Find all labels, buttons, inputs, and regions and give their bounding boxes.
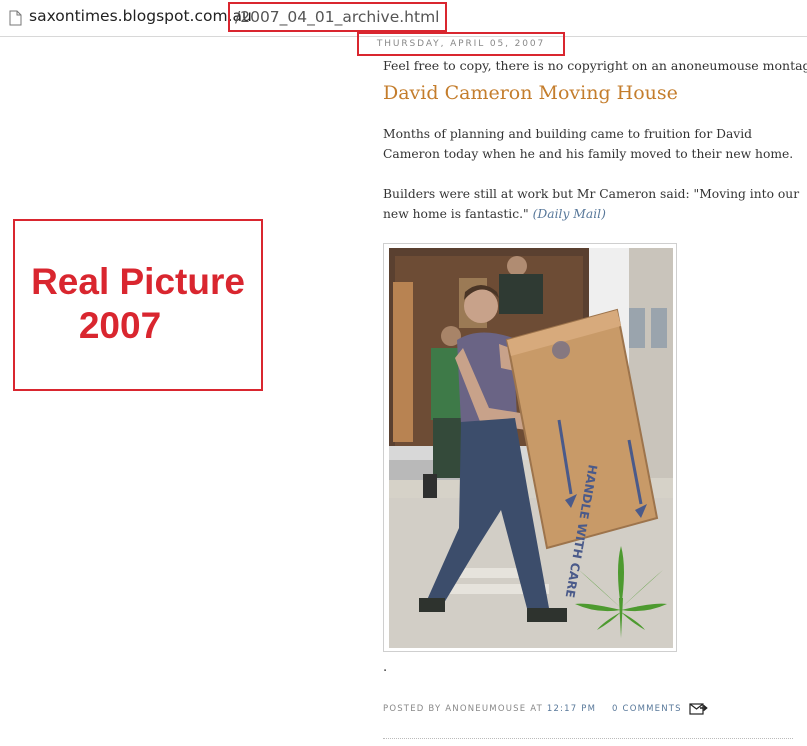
document-icon: [9, 10, 22, 26]
post-photo-frame[interactable]: HANDLE WITH CARE: [383, 243, 677, 652]
email-post-icon[interactable]: [689, 702, 709, 715]
annotation-box: Real Picture 2007: [13, 219, 263, 391]
post-paragraph-1: Months of planning and building came to …: [383, 127, 794, 161]
post-paragraph-2: Builders were still at work but Mr Camer…: [383, 184, 803, 224]
comments-link[interactable]: 0 COMMENTS: [612, 704, 682, 714]
posted-by-label: POSTED BY ANONEUMOUSE AT: [383, 704, 543, 714]
trailing-dot: .: [383, 660, 388, 675]
annotation-line-1: Real Picture: [31, 261, 245, 302]
post-divider: [383, 738, 793, 739]
blog-tagline: Feel free to copy, there is no copyright…: [383, 58, 807, 73]
daily-mail-link[interactable]: (Daily Mail): [533, 207, 606, 221]
url-domain[interactable]: saxontimes.blogspot.com.au: [29, 7, 252, 25]
post-time-link[interactable]: 12:17 PM: [547, 704, 596, 714]
post-photo[interactable]: HANDLE WITH CARE: [389, 248, 673, 648]
post-footer: POSTED BY ANONEUMOUSE AT 12:17 PM 0 COMM…: [383, 704, 682, 714]
post-date-highlight: THURSDAY, APRIL 05, 2007: [357, 32, 565, 56]
post-title[interactable]: David Cameron Moving House: [383, 82, 678, 104]
url-path-highlight[interactable]: /2007_04_01_archive.html: [228, 2, 447, 32]
annotation-line-2: 2007: [78, 305, 162, 346]
